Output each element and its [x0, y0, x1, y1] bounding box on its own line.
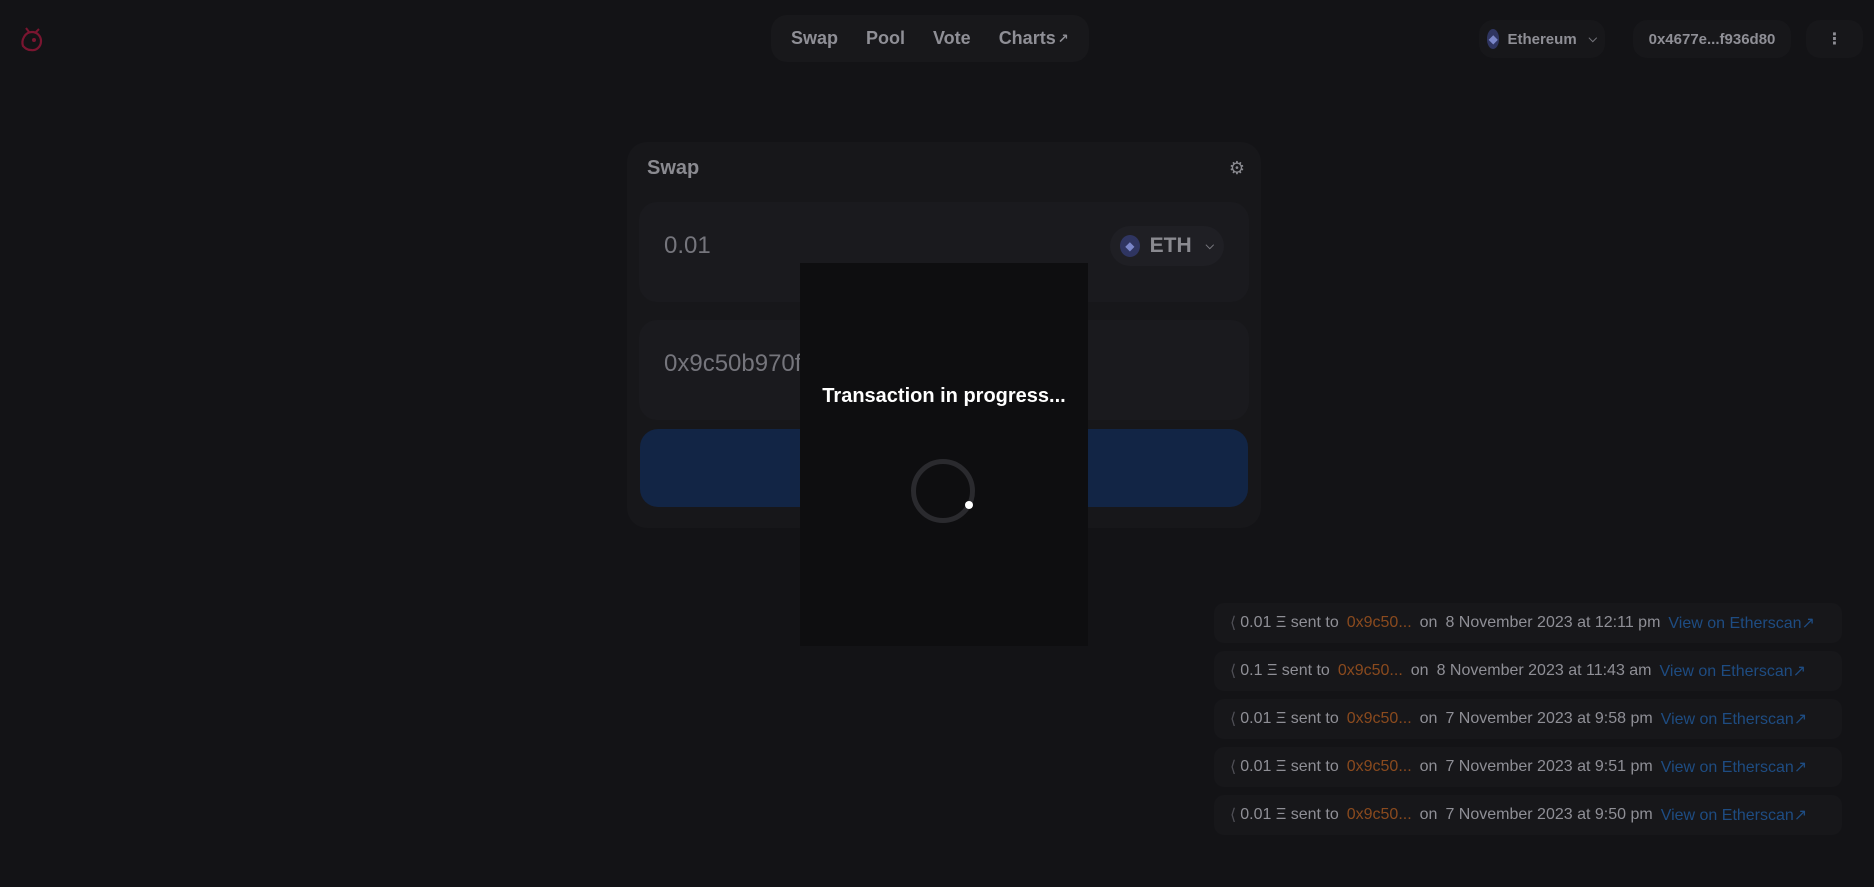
- tx-on: on: [1419, 806, 1438, 823]
- tx-address[interactable]: 0x9c50...: [1347, 710, 1412, 728]
- tx-address[interactable]: 0x9c50...: [1338, 662, 1403, 680]
- amount-input[interactable]: 0.01: [664, 232, 711, 260]
- tx-address[interactable]: 0x9c50...: [1347, 614, 1412, 632]
- ethereum-icon: ⟨: [1230, 807, 1237, 824]
- tx-on: on: [1419, 758, 1438, 775]
- tx-sent-to: sent to: [1290, 614, 1339, 631]
- tx-date: 8 November 2023 at 11:43 am: [1436, 662, 1652, 679]
- more-menu-button[interactable]: ⋮: [1806, 20, 1863, 58]
- transaction-progress-modal: Transaction in progress...: [800, 263, 1088, 646]
- nav-pool[interactable]: Pool: [852, 19, 919, 59]
- network-label: Ethereum: [1507, 30, 1577, 48]
- tx-sent-to: sent to: [1290, 806, 1339, 823]
- nav-pool-label: Pool: [866, 28, 906, 48]
- tx-amount: 0.01 Ξ: [1240, 806, 1287, 823]
- swap-card-title: Swap: [647, 157, 700, 179]
- chevron-down-icon: ⌵: [1205, 239, 1214, 252]
- ethereum-icon: ⟨: [1230, 711, 1237, 728]
- transaction-row: ⟨ 0.01 Ξ sent to 0x9c50... on 7 November…: [1214, 795, 1842, 835]
- nav-swap-label: Swap: [791, 28, 839, 48]
- transaction-list: ⟨ 0.01 Ξ sent to 0x9c50... on 8 November…: [1214, 603, 1842, 843]
- tx-date: 7 November 2023 at 9:50 pm: [1445, 806, 1653, 823]
- tx-amount: 0.01 Ξ: [1240, 758, 1287, 775]
- etherscan-link[interactable]: View on Etherscan↗: [1660, 661, 1807, 681]
- account-address: 0x4677e...f936d80: [1648, 30, 1776, 48]
- nav-charts-label: Charts: [998, 28, 1056, 48]
- tx-sent-to: sent to: [1290, 758, 1339, 775]
- transaction-row: ⟨ 0.01 Ξ sent to 0x9c50... on 7 November…: [1214, 699, 1842, 739]
- ethereum-icon: ◆: [1120, 235, 1140, 257]
- modal-title: Transaction in progress...: [822, 385, 1066, 407]
- transaction-row: ⟨ 0.01 Ξ sent to 0x9c50... on 7 November…: [1214, 747, 1842, 787]
- external-link-icon: ↗: [1057, 30, 1069, 46]
- ethereum-icon: ◆: [1487, 29, 1500, 49]
- nav-vote[interactable]: Vote: [919, 19, 985, 59]
- tx-on: on: [1419, 614, 1438, 631]
- etherscan-link[interactable]: View on Etherscan↗: [1661, 709, 1808, 729]
- tx-on: on: [1410, 662, 1429, 679]
- nav-swap[interactable]: Swap: [777, 19, 852, 59]
- etherscan-link[interactable]: View on Etherscan↗: [1661, 805, 1808, 825]
- spinner-dot: [965, 501, 973, 509]
- ethereum-icon: ⟨: [1230, 615, 1237, 632]
- tx-date: 8 November 2023 at 12:11 pm: [1445, 614, 1661, 631]
- gear-icon[interactable]: ⚙: [1229, 158, 1245, 179]
- tx-on: on: [1419, 710, 1438, 727]
- tx-address[interactable]: 0x9c50...: [1347, 806, 1412, 824]
- account-button[interactable]: 0x4677e...f936d80: [1633, 20, 1791, 58]
- transaction-row: ⟨ 0.01 Ξ sent to 0x9c50... on 8 November…: [1214, 603, 1842, 643]
- tx-amount: 0.01 Ξ: [1240, 614, 1287, 631]
- unicorn-logo-icon[interactable]: [17, 26, 47, 56]
- ethereum-icon: ⟨: [1230, 759, 1237, 776]
- more-icon: ⋮: [1826, 31, 1843, 48]
- tx-amount: 0.01 Ξ: [1240, 710, 1287, 727]
- tx-address[interactable]: 0x9c50...: [1347, 758, 1412, 776]
- tx-sent-to: sent to: [1281, 662, 1330, 679]
- transaction-row: ⟨ 0.1 Ξ sent to 0x9c50... on 8 November …: [1214, 651, 1842, 691]
- tx-amount: 0.1 Ξ: [1240, 662, 1278, 679]
- nav-charts[interactable]: Charts ↗: [985, 19, 1083, 59]
- main-nav: Swap Pool Vote Charts ↗: [771, 15, 1089, 62]
- nav-vote-label: Vote: [933, 28, 971, 48]
- loading-spinner-icon: [911, 459, 975, 523]
- token-selector[interactable]: ◆ ETH ⌵: [1110, 226, 1224, 266]
- chevron-down-icon: ⌵: [1588, 32, 1597, 45]
- etherscan-link[interactable]: View on Etherscan↗: [1668, 613, 1815, 633]
- tx-date: 7 November 2023 at 9:51 pm: [1445, 758, 1653, 775]
- tx-sent-to: sent to: [1290, 710, 1339, 727]
- ethereum-icon: ⟨: [1230, 663, 1237, 680]
- network-selector[interactable]: ◆ Ethereum ⌵: [1479, 20, 1605, 58]
- tx-date: 7 November 2023 at 9:58 pm: [1445, 710, 1653, 727]
- token-label: ETH: [1149, 234, 1192, 257]
- etherscan-link[interactable]: View on Etherscan↗: [1661, 757, 1808, 777]
